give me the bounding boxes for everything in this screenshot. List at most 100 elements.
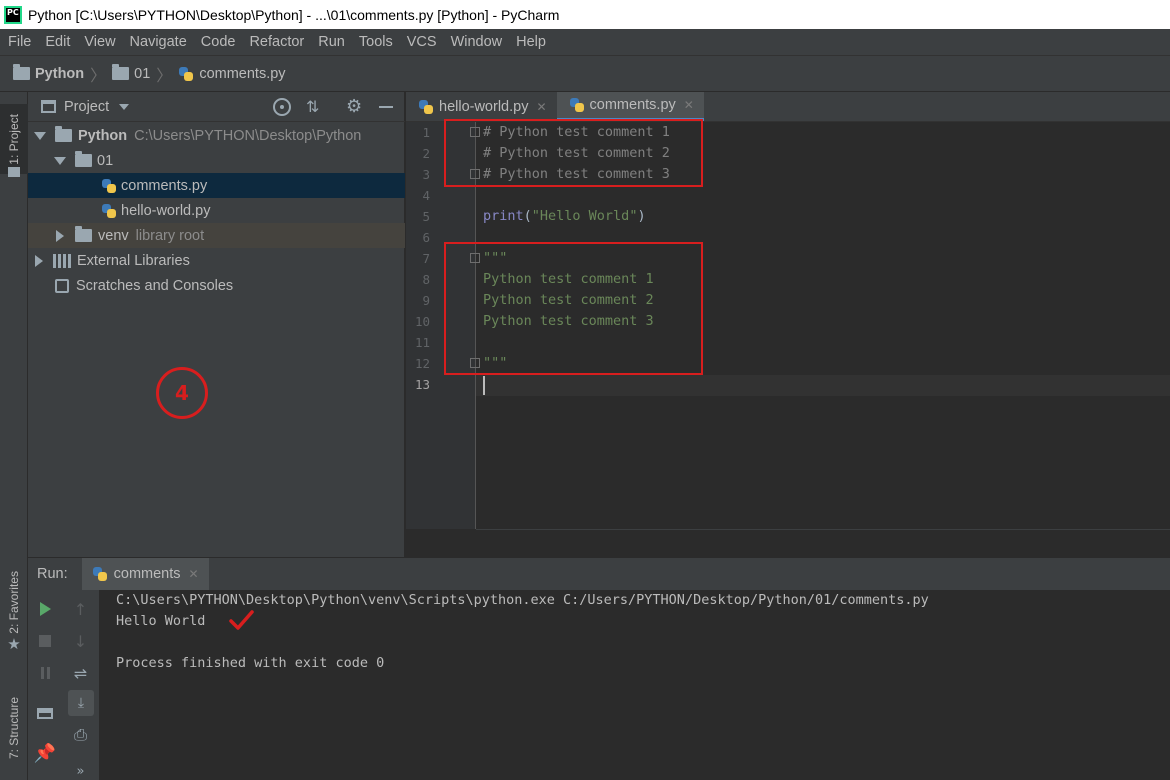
chevron-right-icon[interactable] [35, 254, 43, 267]
pycharm-logo-icon: PC [4, 5, 22, 24]
tab-hello-world[interactable]: hello-world.py ✕ [406, 92, 557, 121]
tree-item-external-libraries[interactable]: External Libraries [28, 248, 405, 273]
python-file-icon [178, 66, 194, 82]
line-number: 5 [422, 209, 430, 224]
code-editor[interactable]: 1 2 3 4 5 6 7 8 9 10 11 12 13 # Python t… [406, 119, 1170, 557]
project-view-title[interactable]: Project [64, 99, 109, 115]
menu-code[interactable]: Code [194, 34, 243, 50]
folder-icon [112, 64, 130, 80]
run-panel-header: Run: comments ✕ [28, 557, 1170, 591]
console-line-exit: Process finished with exit code 0 [116, 655, 385, 671]
soft-wrap-icon[interactable]: ⇌ [62, 662, 99, 684]
tree-item-01[interactable]: 01 [28, 148, 405, 173]
code-token-print: print [483, 208, 524, 224]
close-icon[interactable]: ✕ [536, 100, 546, 114]
collapse-all-icon[interactable]: ⇅ [306, 97, 319, 117]
chevron-right-icon[interactable] [56, 229, 64, 242]
star-icon: ★ [7, 635, 21, 653]
console-line-output: Hello World [116, 613, 206, 629]
tree-item-label: External Libraries [77, 252, 190, 269]
line-number: 3 [422, 167, 430, 182]
tab-favorites[interactable]: 2: Favorites [0, 562, 28, 642]
menu-navigate[interactable]: Navigate [123, 34, 194, 50]
tree-item-scratches[interactable]: Scratches and Consoles [28, 273, 405, 298]
run-label: Run: [37, 566, 68, 582]
line-number: 6 [422, 230, 430, 245]
line-number: 12 [414, 356, 430, 371]
chevron-down-icon[interactable] [119, 103, 130, 110]
arrow-down-icon[interactable]: ↓ [62, 630, 99, 652]
text-caret [483, 376, 485, 395]
line-number: 2 [422, 146, 430, 161]
chevron-down-icon[interactable] [34, 131, 46, 140]
project-panel: Project ⇅ ⚙ Python C:\Users\PYTHON\Deskt… [28, 92, 405, 557]
editor-tabs: hello-world.py ✕ comments.py ✕ [406, 92, 1170, 122]
minimize-icon[interactable] [379, 106, 393, 108]
run-console[interactable]: C:\Users\PYTHON\Desktop\Python\venv\Scri… [100, 590, 1170, 780]
close-icon[interactable]: ✕ [684, 98, 694, 112]
line-number: 10 [414, 314, 430, 329]
run-tab-comments[interactable]: comments ✕ [81, 557, 209, 591]
chevron-down-icon[interactable] [54, 156, 66, 165]
current-line-highlight [476, 375, 1170, 396]
breadcrumb: Python 〉 01 〉 comments.py [0, 56, 1170, 92]
tree-item-python[interactable]: Python C:\Users\PYTHON\Desktop\Python [28, 123, 405, 148]
more-icon[interactable]: » [62, 762, 99, 780]
python-file-icon [92, 566, 108, 582]
menu-run[interactable]: Run [311, 34, 352, 50]
rerun-play-icon[interactable] [28, 598, 62, 620]
project-view-icon [41, 100, 56, 113]
tree-item-venv[interactable]: venv library root [28, 223, 405, 248]
code-token-paren: ( [523, 208, 532, 224]
menu-view[interactable]: View [77, 34, 122, 50]
annotation-box-line-comments [444, 119, 703, 187]
menu-file[interactable]: File [0, 34, 38, 50]
annotation-number: 4 [175, 381, 189, 405]
breadcrumb-python[interactable]: Python [35, 66, 84, 82]
editor-bottom-area [476, 529, 1170, 557]
folder-icon [13, 64, 30, 80]
gear-icon[interactable]: ⚙ [346, 96, 362, 117]
checkmark-icon [228, 610, 254, 632]
menu-help[interactable]: Help [509, 34, 553, 50]
python-file-icon [101, 203, 117, 219]
python-file-icon [101, 178, 117, 194]
menu-window[interactable]: Window [444, 34, 510, 50]
window-title: Python [C:\Users\PYTHON\Desktop\Python] … [28, 6, 560, 23]
tab-comments[interactable]: comments.py ✕ [556, 92, 704, 121]
tree-item-label: comments.py [121, 177, 208, 194]
stop-icon[interactable] [28, 630, 62, 652]
print-icon[interactable]: ⎙ [62, 724, 99, 746]
tree-item-label: venv [98, 227, 129, 244]
line-number: 8 [422, 272, 430, 287]
breadcrumb-comments[interactable]: comments.py [199, 66, 285, 82]
scroll-to-end-icon[interactable]: ⤓ [68, 690, 94, 716]
menu-vcs[interactable]: VCS [400, 34, 444, 50]
tree-item-comments-py[interactable]: comments.py [28, 173, 405, 198]
tree-item-detail: library root [135, 227, 205, 244]
breadcrumb-01[interactable]: 01 [134, 66, 150, 82]
tree-item-label: 01 [97, 152, 114, 169]
tab-structure-label: 7: Structure [7, 696, 21, 760]
line-number: 7 [422, 251, 430, 266]
line-number: 11 [414, 335, 430, 350]
code-token-paren: ) [637, 208, 646, 224]
close-icon[interactable]: ✕ [189, 567, 199, 581]
pin-icon[interactable]: 📌 [28, 742, 62, 764]
tree-item-hello-world-py[interactable]: hello-world.py [28, 198, 405, 223]
menu-edit[interactable]: Edit [38, 34, 77, 50]
arrow-up-icon[interactable]: ↑ [62, 598, 99, 620]
menu-tools[interactable]: Tools [352, 34, 400, 50]
tree-item-path: C:\Users\PYTHON\Desktop\Python [134, 127, 362, 144]
left-tool-stripe: 1: Project 2: Favorites ★ 7: Structure [0, 92, 28, 780]
tab-structure[interactable]: 7: Structure [0, 682, 28, 774]
menu-refactor[interactable]: Refactor [242, 34, 311, 50]
locate-icon[interactable] [273, 98, 291, 116]
pause-icon[interactable] [28, 662, 62, 684]
folder-icon [55, 126, 72, 142]
layout-icon[interactable] [28, 702, 62, 724]
annotation-box-docstring [444, 242, 703, 375]
annotation-circle: 4 [156, 367, 208, 419]
line-number: 9 [422, 293, 430, 308]
chevron-right-icon: 〉 [156, 67, 173, 85]
